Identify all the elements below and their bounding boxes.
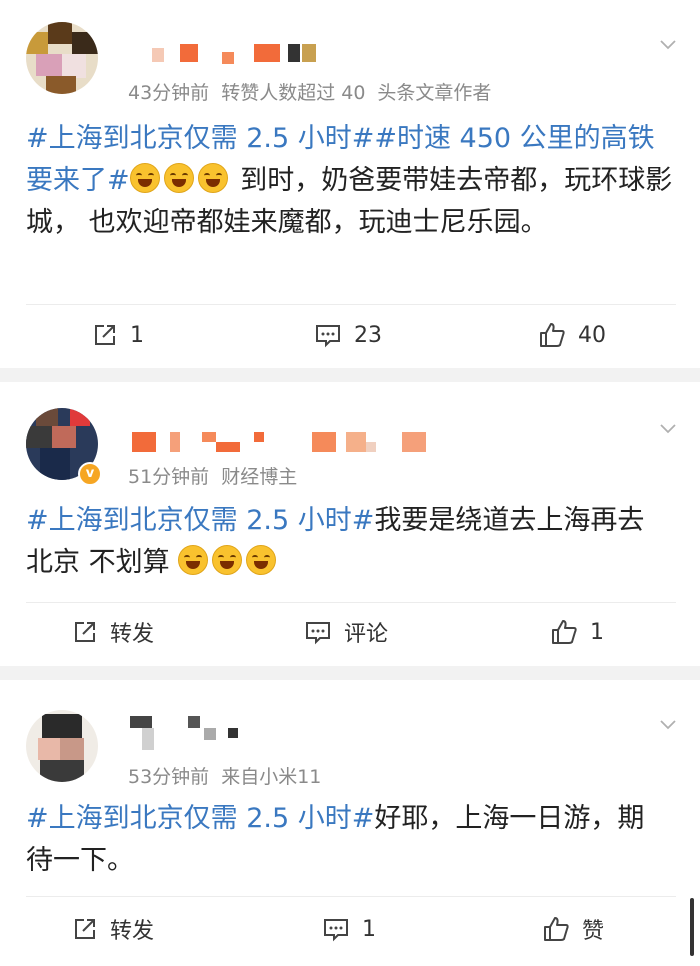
laughing-emoji-icon	[163, 163, 194, 193]
chevron-down-icon[interactable]	[660, 36, 676, 52]
action-bar: 转发 评论 1	[0, 612, 700, 652]
repost-button[interactable]: 转发	[72, 909, 154, 949]
laughing-emoji-icon	[129, 163, 160, 193]
thumbs-up-icon	[552, 620, 577, 644]
post-meta: 51分钟前 财经博主	[128, 462, 309, 489]
laughing-emoji-icon	[246, 545, 277, 575]
post-meta: 53分钟前 来自小米11	[128, 762, 333, 789]
share-square-icon	[75, 622, 95, 642]
action-bar: 转发 1 赞	[0, 909, 700, 949]
divider	[26, 304, 676, 305]
comment-count: 23	[354, 322, 382, 348]
post-note: 财经博主	[221, 466, 298, 488]
chevron-down-icon[interactable]	[660, 420, 676, 436]
comment-bubble-icon	[316, 325, 340, 348]
like-button[interactable]: 40	[538, 315, 606, 355]
comment-count: 1	[362, 916, 376, 942]
post-time: 51分钟前	[128, 466, 210, 488]
hashtag-link[interactable]: #上海到北京仅需 2.5 小时#	[26, 803, 374, 834]
avatar[interactable]	[26, 710, 98, 782]
post-meta: 43分钟前 转赞人数超过 40 头条文章作者	[128, 78, 503, 105]
thumbs-up-icon	[540, 323, 565, 347]
username-redacted[interactable]	[132, 432, 442, 452]
username-redacted[interactable]	[130, 44, 330, 64]
repost-count: 1	[130, 322, 144, 348]
repost-button[interactable]: 转发	[72, 612, 154, 652]
like-button[interactable]: 1	[550, 612, 604, 652]
comment-button[interactable]: 23	[314, 315, 382, 355]
laughing-emoji-icon	[212, 545, 243, 575]
laughing-emoji-icon	[178, 545, 209, 575]
username-redacted[interactable]	[130, 716, 250, 752]
laughing-emoji-icon	[197, 163, 228, 193]
divider	[26, 896, 676, 897]
hashtag-link[interactable]: #上海到北京仅需 2.5 小时#	[26, 505, 374, 536]
post-content: #上海到北京仅需 2.5 小时#好耶，上海一日游，期待一下。	[26, 798, 666, 882]
post-card[interactable]: 43分钟前 转赞人数超过 40 头条文章作者 #上海到北京仅需 2.5 小时##时速…	[0, 0, 700, 368]
post-note: 来自小米11	[221, 766, 322, 788]
post-time: 53分钟前	[128, 766, 210, 788]
comment-bubble-icon	[324, 919, 348, 942]
repost-label: 转发	[110, 622, 155, 647]
repost-label: 转发	[110, 919, 155, 944]
share-square-icon	[75, 919, 95, 939]
like-count: 1	[590, 619, 604, 645]
like-button[interactable]: 赞	[542, 909, 604, 949]
scrollbar[interactable]	[690, 898, 694, 956]
like-label: 赞	[582, 919, 605, 944]
comment-bubble-icon	[306, 622, 330, 645]
post-note: 转赞人数超过 40	[221, 82, 366, 104]
verified-badge: v	[78, 462, 102, 486]
post-content: #上海到北京仅需 2.5 小时#我要是绕道去上海再去北京 不划算	[26, 500, 646, 584]
comment-button[interactable]: 1	[322, 909, 376, 949]
post-card[interactable]: 53分钟前 来自小米11 #上海到北京仅需 2.5 小时#好耶，上海一日游，期待一…	[0, 680, 700, 966]
divider	[26, 602, 676, 603]
repost-button[interactable]: 1	[92, 315, 144, 355]
share-square-icon	[95, 325, 115, 345]
like-count: 40	[578, 322, 606, 348]
avatar[interactable]	[26, 22, 98, 94]
thumbs-up-icon	[544, 917, 569, 941]
comment-label: 评论	[344, 622, 389, 647]
action-bar: 1 23 40	[0, 315, 700, 355]
post-time: 43分钟前	[128, 82, 210, 104]
comment-button[interactable]: 评论	[304, 612, 388, 652]
chevron-down-icon[interactable]	[660, 716, 676, 732]
post-content: #上海到北京仅需 2.5 小时##时速 450 公里的高铁要来了# 到时，奶爸要…	[26, 118, 676, 244]
post-source: 头条文章作者	[377, 82, 492, 104]
post-card[interactable]: v 51分钟前 财经博主 #上海到北京仅需 2.5 小时#我要是绕道去上海再去北京…	[0, 382, 700, 666]
